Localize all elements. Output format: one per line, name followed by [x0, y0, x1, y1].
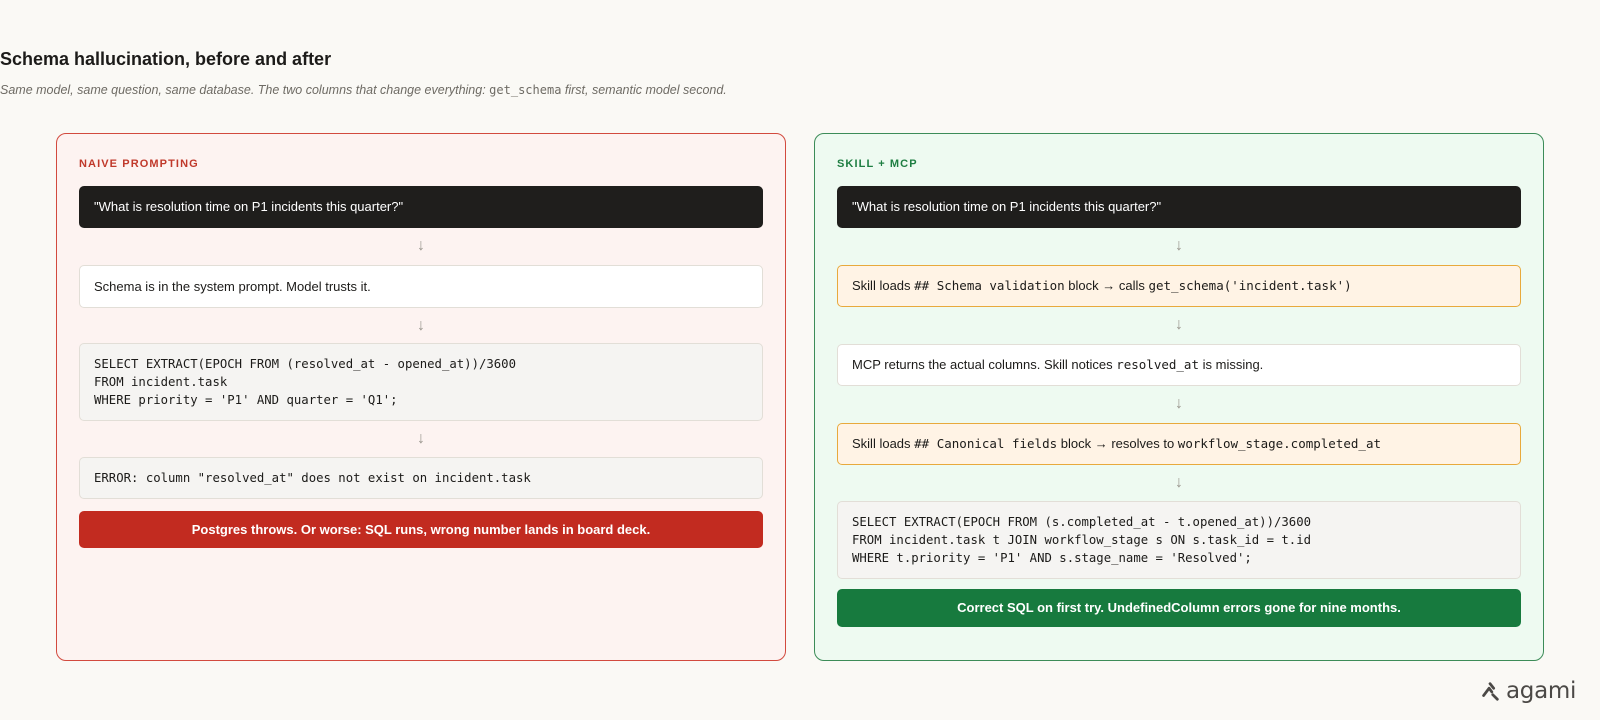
- step1-text-a: Skill loads: [852, 278, 915, 293]
- flow-arrow-icon: ↓: [417, 237, 425, 254]
- canonical-fields-step: Skill loads ## Canonical fields block → …: [837, 423, 1521, 465]
- page-title: Schema hallucination, before and after: [0, 49, 332, 69]
- flow-arrow-icon: ↓: [1175, 395, 1183, 412]
- flow-arrow-icon: ↓: [417, 430, 425, 447]
- skill-mcp-panel: SKILL + MCP "What is resolution time on …: [814, 133, 1544, 661]
- step1-text-b: block → calls: [1064, 278, 1149, 293]
- flow-arrow-icon: ↓: [1175, 237, 1183, 254]
- subtitle-text-pre: Same model, same question, same database…: [0, 83, 490, 97]
- schema-validation-step: Skill loads ## Schema validation block →…: [837, 265, 1521, 307]
- system-prompt-text: Schema is in the system prompt. Model tr…: [94, 278, 371, 294]
- subtitle-code: get_schema: [489, 83, 562, 97]
- page-subtitle: Same model, same question, same database…: [0, 83, 1600, 97]
- question-box: "What is resolution time on P1 incidents…: [79, 186, 763, 228]
- sql-code-block: SELECT EXTRACT(EPOCH FROM (resolved_at -…: [79, 343, 763, 421]
- question-text: "What is resolution time on P1 incidents…: [94, 199, 404, 214]
- naive-outcome-banner: Postgres throws. Or worse: SQL runs, wro…: [79, 511, 763, 548]
- panel-label-naive: NAIVE PROMPTING: [79, 158, 199, 170]
- question-text: "What is resolution time on P1 incidents…: [852, 199, 1162, 214]
- step1-code-get-schema: get_schema('incident.task'): [1148, 278, 1352, 293]
- system-prompt-step: Schema is in the system prompt. Model tr…: [79, 265, 763, 308]
- step3-text-b: block → resolves to: [1057, 436, 1178, 451]
- naive-prompting-panel: NAIVE PROMPTING "What is resolution time…: [56, 133, 786, 661]
- step3-code-completed-at: workflow_stage.completed_at: [1177, 436, 1381, 451]
- step2-text-a: MCP returns the actual columns. Skill no…: [852, 357, 1117, 372]
- flow-arrow-icon: ↓: [1175, 474, 1183, 491]
- flow-arrow-icon: ↓: [1175, 316, 1183, 333]
- question-box: "What is resolution time on P1 incidents…: [837, 186, 1521, 228]
- skill-outcome-banner: Correct SQL on first try. UndefinedColum…: [837, 589, 1521, 627]
- step3-code-canonical-fields: ## Canonical fields: [914, 436, 1058, 451]
- agami-logo-icon: [1482, 682, 1499, 701]
- agami-logo: agami: [1479, 676, 1576, 706]
- step3-text-a: Skill loads: [852, 436, 915, 451]
- mcp-columns-step: MCP returns the actual columns. Skill no…: [837, 344, 1521, 386]
- naive-outcome-text: Postgres throws. Or worse: SQL runs, wro…: [191, 521, 651, 537]
- step1-code-schema-validation: ## Schema validation: [914, 278, 1065, 293]
- step2-code-resolved-at: resolved_at: [1116, 357, 1199, 372]
- sql-code-block: SELECT EXTRACT(EPOCH FROM (s.completed_a…: [837, 501, 1521, 579]
- subtitle-text-post: first, semantic model second.: [561, 83, 727, 97]
- panel-label-skill: SKILL + MCP: [837, 158, 918, 170]
- skill-outcome-text: Correct SQL on first try. UndefinedColum…: [957, 600, 1401, 615]
- agami-logo-text: agami: [1506, 678, 1577, 704]
- flow-arrow-icon: ↓: [417, 317, 425, 334]
- step2-text-b: is missing.: [1199, 357, 1264, 372]
- error-message-block: ERROR: column "resolved_at" does not exi…: [79, 457, 763, 499]
